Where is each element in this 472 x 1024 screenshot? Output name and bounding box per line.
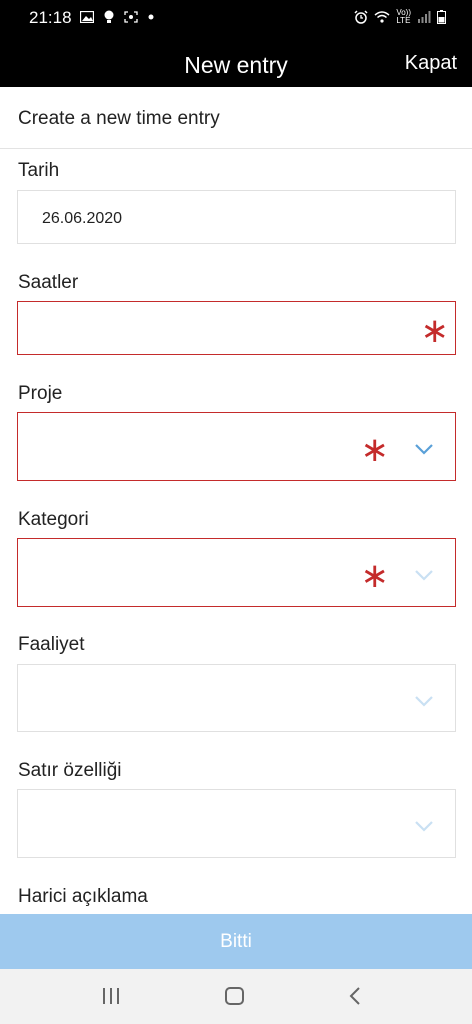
hours-label: Saatler xyxy=(18,272,79,293)
date-value: 26.06.2020 xyxy=(42,210,123,227)
dot-icon xyxy=(148,14,154,20)
form-subheader-text: Create a new time entry xyxy=(18,108,220,129)
back-icon[interactable] xyxy=(347,986,363,1006)
required-asterisk-icon: ∗ xyxy=(420,312,450,350)
status-left-icons xyxy=(80,10,154,24)
status-right-icons: Vo)) LTE xyxy=(354,9,446,25)
app-bar: New entry Kapat xyxy=(0,36,472,87)
status-bar: 21:18 Vo)) LTE xyxy=(0,0,472,36)
hours-input[interactable] xyxy=(18,302,368,354)
battery-icon xyxy=(437,10,446,24)
image-icon xyxy=(80,11,94,23)
home-icon[interactable] xyxy=(224,986,246,1006)
alarm-icon xyxy=(354,10,368,24)
chevron-down-icon[interactable] xyxy=(413,568,435,582)
screenshot-icon xyxy=(124,11,138,23)
hours-field[interactable]: ∗ xyxy=(17,301,456,355)
signal-icon xyxy=(418,11,431,23)
chevron-down-icon[interactable] xyxy=(413,694,435,708)
system-nav-bar xyxy=(0,969,472,1024)
close-button[interactable]: Kapat xyxy=(405,52,457,75)
volte-icon: Vo)) LTE xyxy=(396,9,411,25)
date-field[interactable]: 26.06.2020 xyxy=(17,190,456,244)
activity-select[interactable] xyxy=(17,664,456,732)
line-property-label: Satır özelliği xyxy=(18,760,122,781)
line-property-select[interactable] xyxy=(17,789,456,858)
page-title: New entry xyxy=(184,52,288,78)
activity-label: Faaliyet xyxy=(18,634,85,655)
external-description-label: Harici açıklama xyxy=(18,886,148,907)
bulb-icon xyxy=(104,10,114,23)
project-label: Proje xyxy=(18,383,63,404)
done-button[interactable]: Bitti xyxy=(0,914,472,969)
project-select[interactable]: ∗ xyxy=(17,412,456,481)
category-label: Kategori xyxy=(18,509,89,530)
volte-text-bottom: LTE xyxy=(396,16,411,25)
status-time: 21:18 xyxy=(29,8,72,27)
recent-apps-icon[interactable] xyxy=(101,986,121,1006)
chevron-down-icon[interactable] xyxy=(413,819,435,833)
wifi-icon xyxy=(374,11,390,23)
required-asterisk-icon: ∗ xyxy=(360,431,390,469)
required-asterisk-icon: ∗ xyxy=(360,557,390,595)
category-select[interactable]: ∗ xyxy=(17,538,456,607)
chevron-down-icon[interactable] xyxy=(413,442,435,456)
form-subheader: Create a new time entry xyxy=(0,87,472,149)
date-label: Tarih xyxy=(18,160,60,181)
